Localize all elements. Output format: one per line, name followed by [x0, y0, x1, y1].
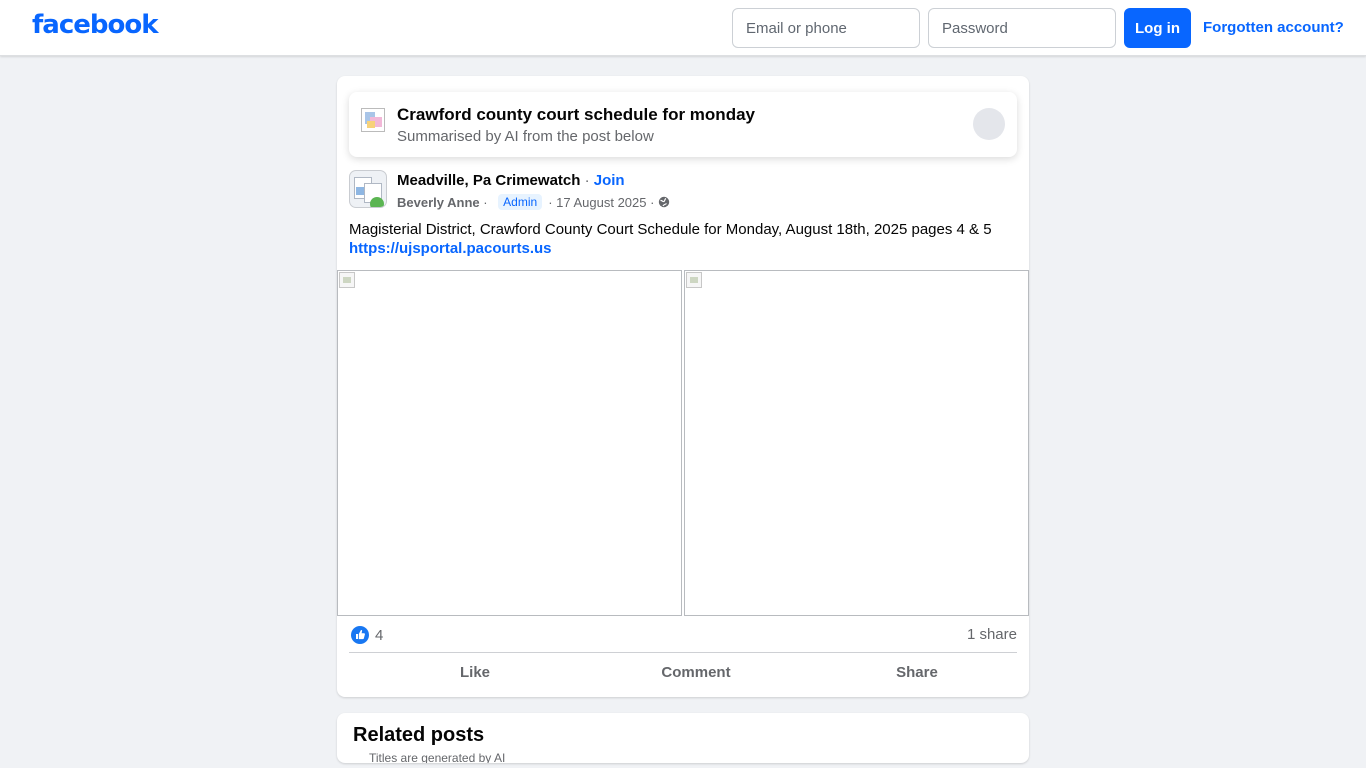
group-name-link[interactable]: Meadville, Pa Crimewatch	[397, 172, 580, 189]
join-group-link[interactable]: Join	[594, 172, 625, 189]
post-date[interactable]: · 17 August 2025 ·	[548, 195, 654, 210]
ai-summary-box[interactable]: Crawford county court schedule for monda…	[349, 92, 1017, 157]
broken-image-icon	[339, 272, 355, 288]
facebook-logo[interactable]: facebook	[32, 10, 159, 40]
related-posts-title: Related posts	[353, 724, 485, 746]
admin-badge: Admin	[498, 194, 543, 210]
divider	[349, 652, 1017, 653]
top-bar: facebook Log in Forgotten account?	[0, 0, 1366, 56]
author-separator: ·	[479, 194, 492, 210]
thumbs-up-icon[interactable]	[351, 626, 369, 644]
post-meta: Beverly Anne · Admin · 17 August 2025 ·	[397, 194, 670, 210]
ai-summary-subtitle: Summarised by AI from the post below	[397, 128, 654, 145]
post-image-1[interactable]	[337, 270, 682, 616]
forgotten-account-link[interactable]: Forgotten account?	[1203, 19, 1344, 36]
reactions-bar: 4 1 share	[349, 625, 1017, 645]
like-count[interactable]: 4	[375, 627, 383, 644]
separator: ·	[580, 172, 594, 189]
post-header: Meadville, Pa Crimewatch · Join	[397, 172, 625, 189]
ai-summary-title: Crawford county court schedule for monda…	[397, 105, 755, 124]
comment-button[interactable]: Comment	[585, 657, 807, 689]
post-link[interactable]: https://ujsportal.pacourts.us	[349, 240, 552, 257]
password-field[interactable]	[928, 8, 1116, 48]
related-posts-card: Related posts Titles are generated by AI	[337, 713, 1029, 763]
like-button[interactable]: Like	[364, 657, 586, 689]
globe-icon	[658, 196, 670, 208]
broken-image-icon	[686, 272, 702, 288]
related-posts-subtitle: Titles are generated by AI	[369, 751, 506, 763]
author-name-link[interactable]: Beverly Anne	[397, 195, 480, 210]
post-body-text: Magisterial District, Crawford County Co…	[349, 221, 992, 238]
ai-summary-toggle-button[interactable]	[973, 108, 1005, 140]
post-image-2[interactable]	[684, 270, 1029, 616]
login-button[interactable]: Log in	[1124, 8, 1191, 48]
post-card: Crawford county court schedule for monda…	[337, 76, 1029, 697]
ai-summary-icon	[361, 108, 385, 132]
share-count[interactable]: 1 share	[967, 626, 1017, 643]
share-button[interactable]: Share	[806, 657, 1028, 689]
email-field[interactable]	[732, 8, 920, 48]
group-avatar[interactable]	[349, 170, 387, 208]
